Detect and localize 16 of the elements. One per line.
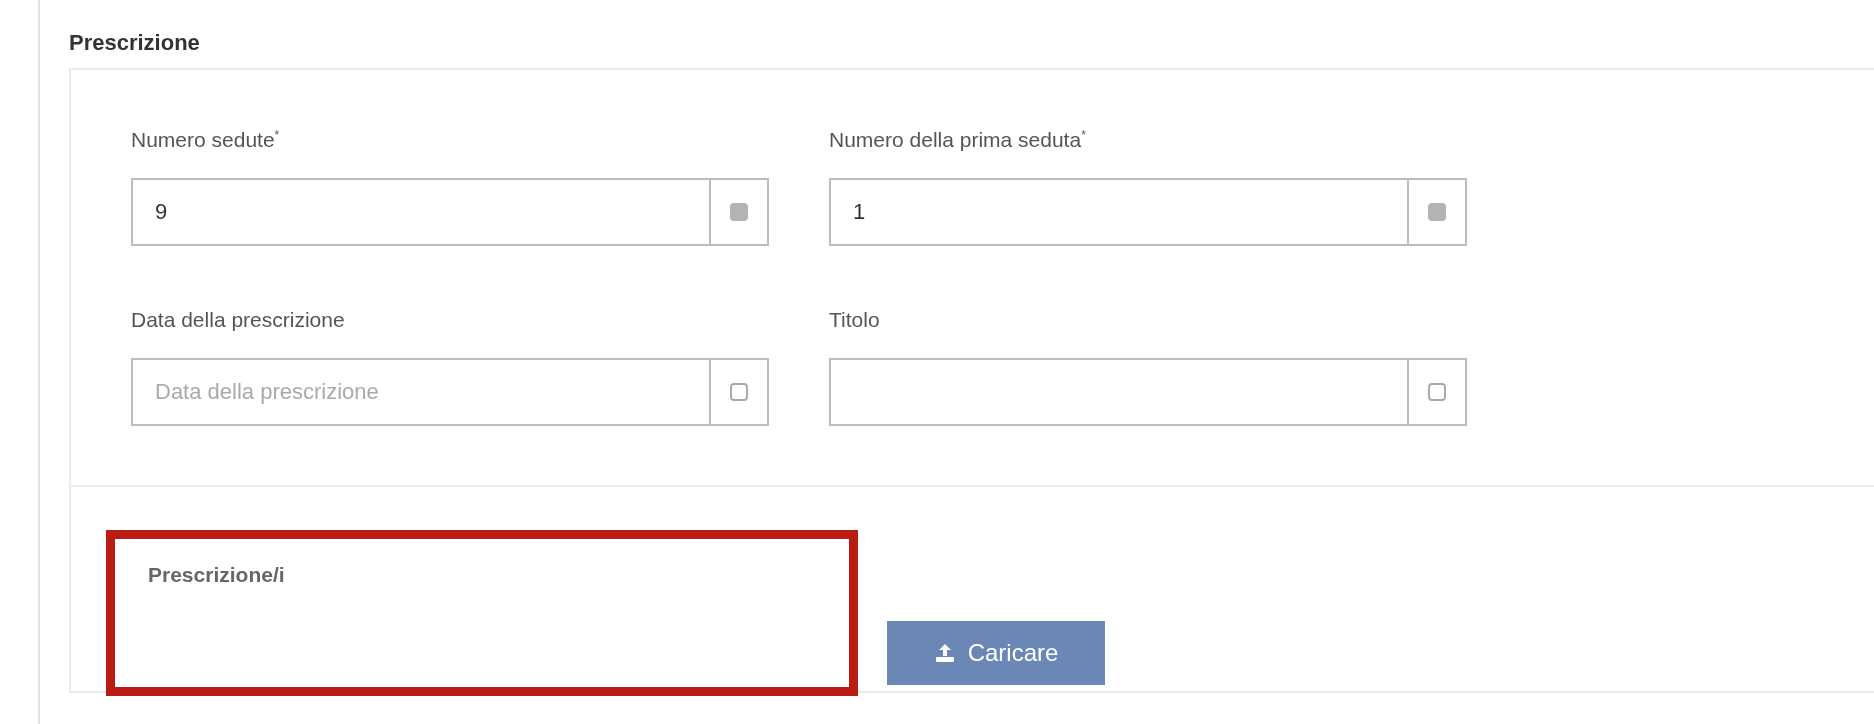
- checkbox[interactable]: [730, 203, 748, 221]
- section-title: Prescrizione: [69, 30, 201, 57]
- checkbox[interactable]: [1428, 383, 1446, 401]
- field-label: Numero sedute$^{*}$: [131, 128, 281, 153]
- field-label: Titolo: [829, 308, 881, 333]
- input-field[interactable]: 9: [131, 178, 709, 246]
- upload-label: Prescrizione/i: [148, 563, 286, 587]
- input-field[interactable]: [829, 358, 1407, 426]
- upload-icon: [933, 642, 956, 664]
- upload-button[interactable]: Caricare: [887, 621, 1105, 685]
- checkbox[interactable]: [730, 383, 748, 401]
- input-field[interactable]: 1: [829, 178, 1407, 246]
- checkbox[interactable]: [1428, 203, 1446, 221]
- input-field[interactable]: Data della prescrizione: [131, 358, 709, 426]
- field-label: Numero della prima seduta$^{*}$: [829, 128, 1087, 153]
- field-label: Data della prescrizione: [131, 308, 346, 333]
